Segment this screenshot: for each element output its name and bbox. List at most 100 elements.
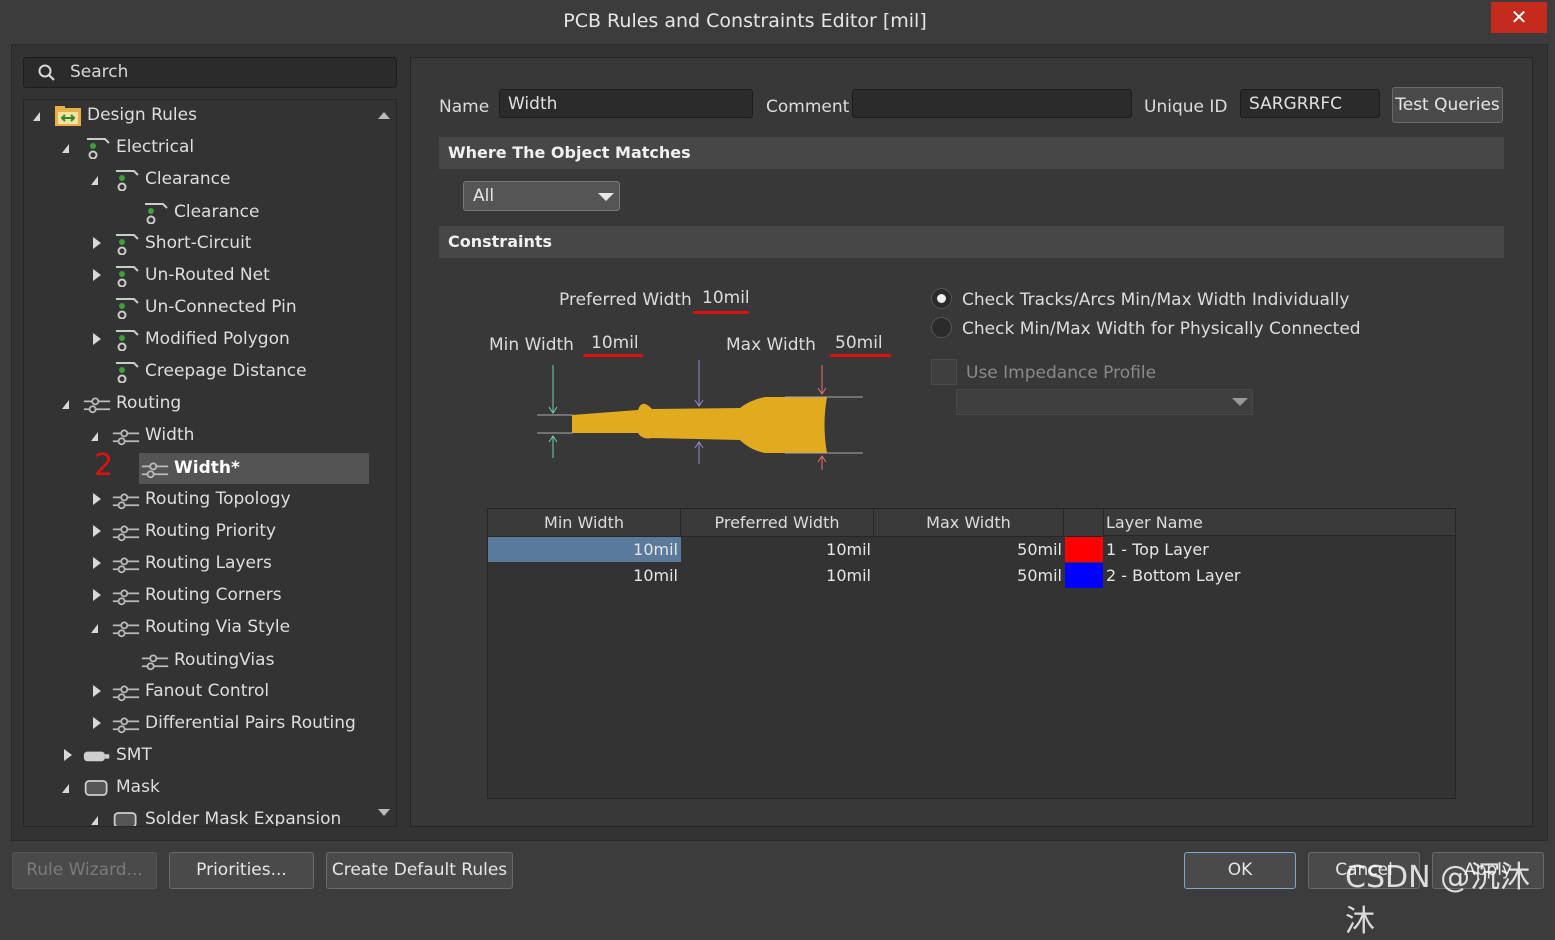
table-cell-layer[interactable]: 2 - Bottom Layer bbox=[1106, 563, 1241, 589]
ok-button[interactable]: OK bbox=[1184, 852, 1296, 889]
tree-item-design-rules[interactable]: Design Rules bbox=[24, 100, 374, 130]
expand-icon[interactable] bbox=[93, 493, 101, 505]
radio-check-individually-label: Check Tracks/Arcs Min/Max Width Individu… bbox=[962, 290, 1350, 310]
tree-item-routing-via-style[interactable]: Routing Via Style bbox=[24, 612, 374, 642]
tree-item-routing-priority[interactable]: Routing Priority bbox=[24, 516, 374, 546]
tree-item-differential-pairs-routing[interactable]: Differential Pairs Routing bbox=[24, 708, 374, 738]
table-cell-pref[interactable]: 10mil bbox=[681, 563, 871, 589]
tree-item-clearance-group[interactable]: Clearance bbox=[24, 164, 374, 194]
collapse-icon[interactable] bbox=[91, 624, 98, 633]
comment-label: Comment bbox=[766, 97, 850, 117]
smt-rule-icon bbox=[83, 751, 110, 762]
collapse-icon[interactable] bbox=[91, 176, 98, 185]
tree-item-routing-corners[interactable]: Routing Corners bbox=[24, 580, 374, 610]
table-cell-max[interactable]: 50mil bbox=[874, 537, 1062, 563]
tree-item-label: Solder Mask Expansion bbox=[145, 809, 342, 827]
expand-icon[interactable] bbox=[93, 557, 101, 569]
scroll-up-icon[interactable] bbox=[378, 112, 390, 119]
annotation-underline bbox=[583, 354, 643, 357]
expand-icon[interactable] bbox=[64, 749, 72, 761]
collapse-icon[interactable] bbox=[91, 432, 98, 441]
impedance-checkbox[interactable] bbox=[931, 359, 957, 385]
tree-item-label: Creepage Distance bbox=[145, 361, 307, 381]
rule-wizard-button[interactable]: Rule Wizard... bbox=[12, 852, 157, 889]
priorities-button[interactable]: Priorities... bbox=[169, 852, 314, 889]
rules-tree[interactable]: Design Rules Electrical Clearance Cleara… bbox=[23, 99, 397, 827]
tree-item-routingvias[interactable]: RoutingVias bbox=[24, 645, 374, 675]
max-width-label: Max Width bbox=[726, 335, 816, 355]
routing-rule-icon bbox=[112, 685, 140, 702]
expand-icon[interactable] bbox=[93, 333, 101, 345]
tree-item-creepage-distance[interactable]: Creepage Distance bbox=[24, 356, 374, 386]
electrical-rule-icon bbox=[116, 170, 139, 191]
collapse-icon[interactable] bbox=[62, 144, 69, 153]
tree-item-width-group[interactable]: Width bbox=[24, 420, 374, 450]
tree-item-label: Clearance bbox=[145, 169, 231, 189]
watermark-text: CSDN @沉沐沐 bbox=[1345, 860, 1531, 939]
radio-check-connected[interactable] bbox=[931, 317, 952, 338]
tree-item-fanout-control[interactable]: Fanout Control bbox=[24, 676, 374, 706]
tree-item-short-circuit[interactable]: Short-Circuit bbox=[24, 228, 374, 258]
tree-item-clearance-rule[interactable]: Clearance bbox=[24, 197, 374, 227]
search-input[interactable]: Search bbox=[23, 57, 397, 88]
layer-color-swatch bbox=[1065, 537, 1103, 562]
tree-item-routing[interactable]: Routing bbox=[24, 388, 374, 418]
tree-item-label: Short-Circuit bbox=[145, 233, 252, 253]
tree-item-un-connected-pin[interactable]: Un-Connected Pin bbox=[24, 292, 374, 322]
collapse-icon[interactable] bbox=[62, 784, 69, 793]
preferred-width-value[interactable]: 10mil bbox=[702, 288, 750, 308]
collapse-icon[interactable] bbox=[33, 112, 40, 121]
column-header-layer-name[interactable]: Layer Name bbox=[1104, 509, 1455, 536]
tree-item-routing-topology[interactable]: Routing Topology bbox=[24, 484, 374, 514]
close-button[interactable]: ✕ bbox=[1491, 2, 1547, 33]
expand-icon[interactable] bbox=[93, 237, 101, 249]
name-field[interactable]: Width bbox=[499, 89, 753, 118]
tree-item-label: Un-Connected Pin bbox=[145, 297, 297, 317]
where-dropdown[interactable]: All bbox=[463, 181, 620, 211]
tree-item-label: Routing Priority bbox=[145, 521, 277, 541]
tree-item-label: Routing Topology bbox=[145, 489, 291, 509]
test-queries-button[interactable]: Test Queries bbox=[1392, 87, 1503, 123]
column-header-color[interactable] bbox=[1064, 509, 1104, 537]
expand-icon[interactable] bbox=[93, 269, 101, 281]
table-cell-min[interactable]: 10mil bbox=[488, 563, 678, 589]
table-cell-pref[interactable]: 10mil bbox=[681, 537, 871, 563]
tree-item-routing-layers[interactable]: Routing Layers bbox=[24, 548, 374, 578]
expand-icon[interactable] bbox=[93, 717, 101, 729]
annotation-number: 2 bbox=[94, 448, 114, 483]
radio-check-individually[interactable] bbox=[931, 288, 952, 309]
tree-item-un-routed-net[interactable]: Un-Routed Net bbox=[24, 260, 374, 290]
comment-field[interactable] bbox=[852, 89, 1132, 118]
table-cell-layer[interactable]: 1 - Top Layer bbox=[1106, 537, 1209, 563]
tree-item-label: Width* bbox=[174, 458, 240, 478]
routing-rule-icon bbox=[141, 654, 169, 671]
max-width-value[interactable]: 50mil bbox=[835, 333, 883, 353]
scroll-down-icon[interactable] bbox=[378, 809, 390, 816]
tree-item-label: SMT bbox=[116, 745, 152, 765]
expand-icon[interactable] bbox=[93, 685, 101, 697]
table-cell-max[interactable]: 50mil bbox=[874, 563, 1062, 589]
collapse-icon[interactable] bbox=[62, 400, 69, 409]
column-header-max-width[interactable]: Max Width bbox=[874, 509, 1064, 537]
tree-item-mask[interactable]: Mask bbox=[24, 772, 374, 802]
tree-item-electrical[interactable]: Electrical bbox=[24, 132, 374, 162]
table-cell-min[interactable]: 10mil bbox=[488, 537, 678, 563]
expand-icon[interactable] bbox=[93, 525, 101, 537]
create-default-rules-button[interactable]: Create Default Rules bbox=[326, 852, 513, 889]
chevron-down-icon bbox=[1232, 398, 1248, 406]
tree-item-modified-polygon[interactable]: Modified Polygon bbox=[24, 324, 374, 354]
electrical-rule-icon bbox=[116, 266, 139, 287]
min-width-value[interactable]: 10mil bbox=[591, 333, 639, 353]
tree-item-solder-mask-expansion[interactable]: Solder Mask Expansion bbox=[24, 804, 374, 827]
layer-width-table[interactable]: Min Width Preferred Width Max Width Laye… bbox=[487, 508, 1456, 799]
expand-icon[interactable] bbox=[93, 589, 101, 601]
electrical-rule-icon bbox=[116, 362, 139, 383]
collapse-icon[interactable] bbox=[91, 816, 98, 825]
tree-item-width-rule[interactable]: 2 Width* bbox=[24, 448, 374, 483]
column-header-preferred-width[interactable]: Preferred Width bbox=[681, 509, 874, 537]
electrical-rule-icon bbox=[145, 203, 168, 224]
tree-item-smt[interactable]: SMT bbox=[24, 740, 374, 770]
impedance-profile-dropdown[interactable] bbox=[956, 389, 1253, 415]
unique-id-field[interactable]: SARGRRFC bbox=[1240, 89, 1380, 118]
column-header-min-width[interactable]: Min Width bbox=[488, 509, 681, 537]
